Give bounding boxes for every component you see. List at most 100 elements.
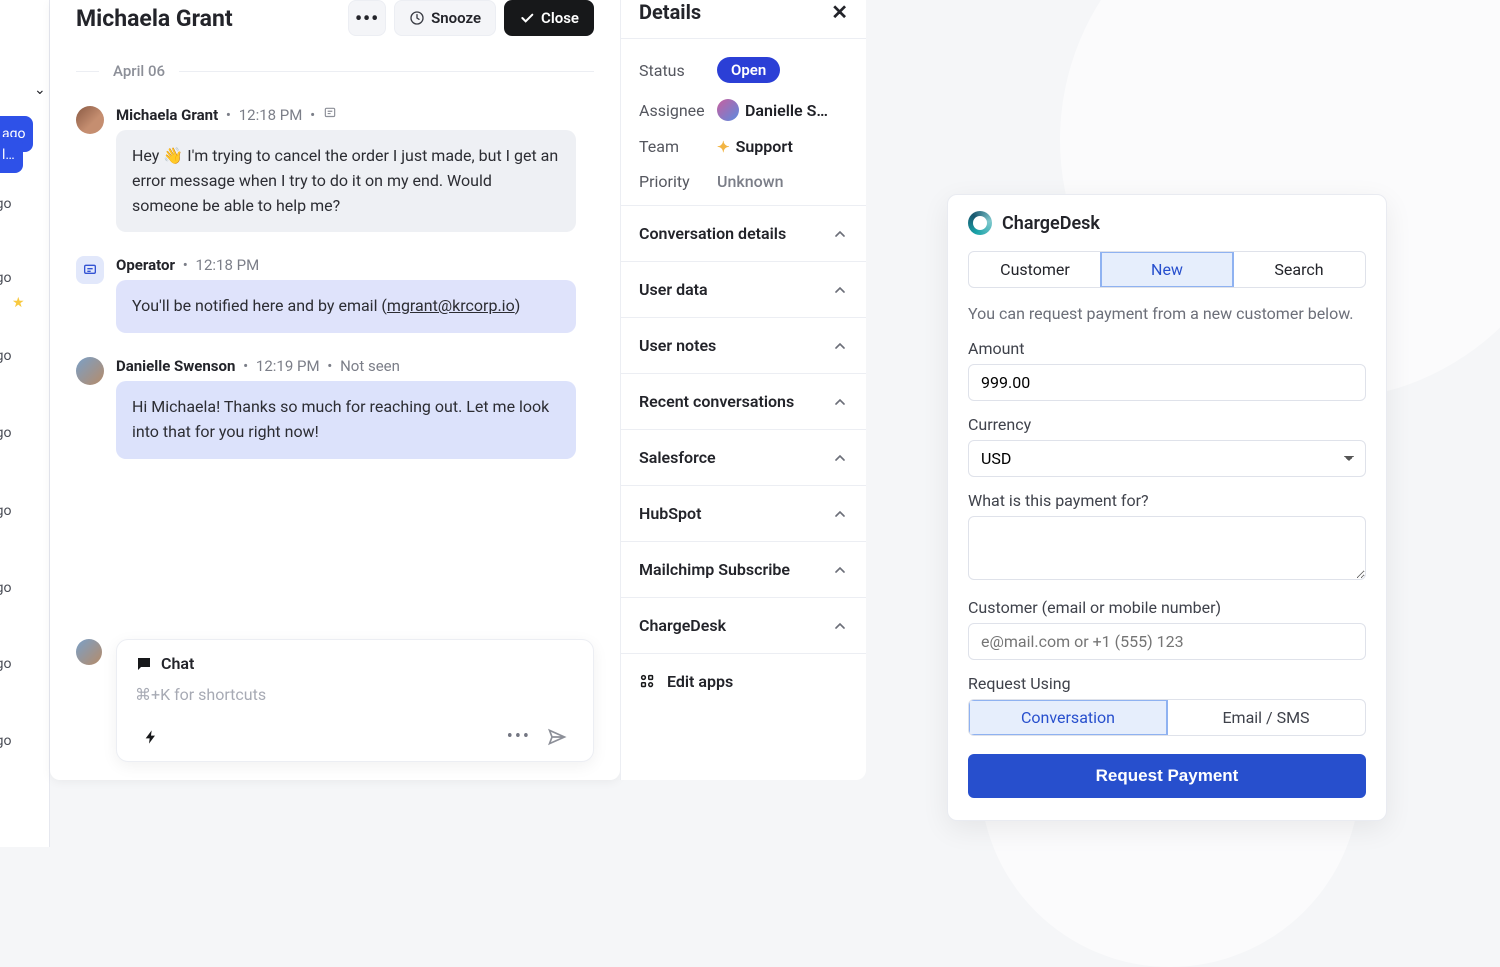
section-label: Conversation details [639, 224, 786, 243]
composer-tools: ••• [135, 722, 575, 751]
chevron-up-icon [832, 618, 848, 634]
chargedesk-tab[interactable]: Search [1233, 252, 1365, 287]
close-label: Close [541, 9, 579, 27]
details-meta: Status Open Assignee Danielle S… Team ✦ … [621, 39, 866, 205]
composer[interactable]: Chat ⌘+K for shortcuts ••• [116, 639, 594, 762]
avatar [76, 106, 104, 134]
details-section[interactable]: Recent conversations [621, 373, 866, 429]
message-author: Operator [116, 256, 175, 274]
chargedesk-logo-icon [968, 211, 992, 235]
message-bubble: Hey 👋 I'm trying to cancel the order I j… [116, 130, 576, 232]
chevron-down-icon: ⌄ [34, 82, 46, 98]
details-section[interactable]: User data [621, 261, 866, 317]
inbox-item-partial[interactable]: ago [0, 656, 11, 672]
star-icon: ★ [12, 295, 25, 311]
details-section[interactable]: Mailchimp Subscribe [621, 541, 866, 597]
edit-apps-button[interactable]: Edit apps [621, 653, 866, 709]
avatar [76, 639, 102, 665]
bolt-icon[interactable] [135, 724, 167, 750]
chevron-up-icon [832, 338, 848, 354]
message-text: ) [515, 296, 521, 315]
section-label: Recent conversations [639, 392, 794, 411]
inbox-item-partial[interactable]: ago [0, 580, 11, 596]
team-value[interactable]: ✦ Support [717, 137, 848, 156]
amount-input[interactable] [968, 364, 1366, 401]
chargedesk-title: ChargeDesk [1002, 213, 1100, 234]
details-section[interactable]: HubSpot [621, 485, 866, 541]
description-textarea[interactable] [968, 516, 1366, 580]
assignee-value[interactable]: Danielle S… [717, 99, 848, 121]
chargedesk-header: ChargeDesk [968, 211, 1366, 235]
message-meta: Operator • 12:18 PM [116, 256, 594, 274]
request-using-option[interactable]: Conversation [969, 700, 1167, 735]
chargedesk-card: ChargeDesk CustomerNewSearch You can req… [947, 194, 1387, 821]
close-icon[interactable]: ✕ [831, 0, 848, 24]
date-text: April 06 [113, 62, 165, 80]
close-button[interactable]: Close [504, 0, 594, 36]
composer-placeholder[interactable]: ⌘+K for shortcuts [135, 685, 575, 704]
currency-select[interactable]: USD [968, 440, 1366, 477]
chevron-up-icon [832, 450, 848, 466]
apps-icon [639, 673, 657, 691]
inbox-item-partial[interactable]: ago [0, 425, 11, 441]
note-icon [323, 109, 337, 124]
section-label: HubSpot [639, 504, 701, 523]
message-bubble: You'll be notified here and by email (mg… [116, 280, 576, 333]
team-name: Support [736, 137, 793, 156]
inbox-list-partial: tagol…agoagoago..ago..ago..ago..ago..ago… [0, 0, 50, 847]
chevron-up-icon [832, 394, 848, 410]
message-time: 12:19 PM [256, 357, 320, 375]
message-row: Michaela Grant • 12:18 PM • Hey 👋 I'm tr… [76, 106, 594, 232]
more-icon[interactable]: ••• [499, 722, 539, 751]
inbox-item-partial[interactable]: ago [0, 196, 11, 212]
inbox-item-partial[interactable]: l… [0, 137, 23, 173]
team-label: Team [639, 137, 717, 156]
details-header: Details ✕ [621, 0, 866, 38]
section-label: Mailchimp Subscribe [639, 560, 790, 579]
avatar [76, 357, 104, 385]
priority-value[interactable]: Unknown [717, 172, 848, 191]
check-icon [519, 10, 535, 26]
status-badge[interactable]: Open [717, 57, 780, 83]
details-section[interactable]: Salesforce [621, 429, 866, 485]
chevron-up-icon [832, 562, 848, 578]
conversation-panel: Michaela Grant ••• Snooze Close April 06… [50, 0, 620, 780]
message-author: Michaela Grant [116, 106, 218, 124]
details-section[interactable]: User notes [621, 317, 866, 373]
details-panel: Details ✕ Status Open Assignee Danielle … [620, 0, 866, 780]
assignee-name: Danielle S… [745, 101, 828, 120]
section-label: User notes [639, 336, 716, 355]
inbox-item-partial[interactable]: ago [0, 270, 11, 286]
composer-mode[interactable]: Chat [135, 654, 575, 673]
inbox-item-partial[interactable]: ago [0, 733, 11, 749]
message-meta: Danielle Swenson • 12:19 PM • Not seen [116, 357, 594, 375]
chevron-up-icon [832, 282, 848, 298]
sparkle-icon: ✦ [717, 138, 730, 156]
section-label: ChargeDesk [639, 616, 726, 635]
snooze-button[interactable]: Snooze [394, 0, 496, 36]
composer-area: Chat ⌘+K for shortcuts ••• [76, 639, 594, 762]
customer-input[interactable] [968, 623, 1366, 660]
send-icon[interactable] [539, 723, 575, 751]
avatar [717, 99, 739, 121]
inbox-item-partial[interactable]: ago [0, 348, 11, 364]
details-title: Details [639, 0, 701, 24]
composer-mode-label: Chat [161, 654, 194, 673]
description-label: What is this payment for? [968, 491, 1366, 510]
chargedesk-tab[interactable]: Customer [969, 252, 1101, 287]
message-bubble: Hi Michaela! Thanks so much for reaching… [116, 381, 576, 459]
details-section[interactable]: Conversation details [621, 205, 866, 261]
request-using-options: ConversationEmail / SMS [968, 699, 1366, 736]
message-meta: Michaela Grant • 12:18 PM • [116, 106, 594, 124]
email-link[interactable]: mgrant@krcorp.io [387, 296, 515, 315]
details-section[interactable]: ChargeDesk [621, 597, 866, 653]
chargedesk-tab[interactable]: New [1101, 252, 1233, 287]
date-divider: April 06 [76, 62, 594, 80]
inbox-item-partial[interactable]: ago [0, 503, 11, 519]
chat-icon [135, 655, 153, 673]
message-text: You'll be notified here and by email ( [132, 296, 387, 315]
request-payment-button[interactable]: Request Payment [968, 754, 1366, 798]
request-using-option[interactable]: Email / SMS [1167, 700, 1365, 735]
message-row: Operator • 12:18 PM You'll be notified h… [76, 256, 594, 333]
more-button[interactable]: ••• [348, 0, 386, 36]
